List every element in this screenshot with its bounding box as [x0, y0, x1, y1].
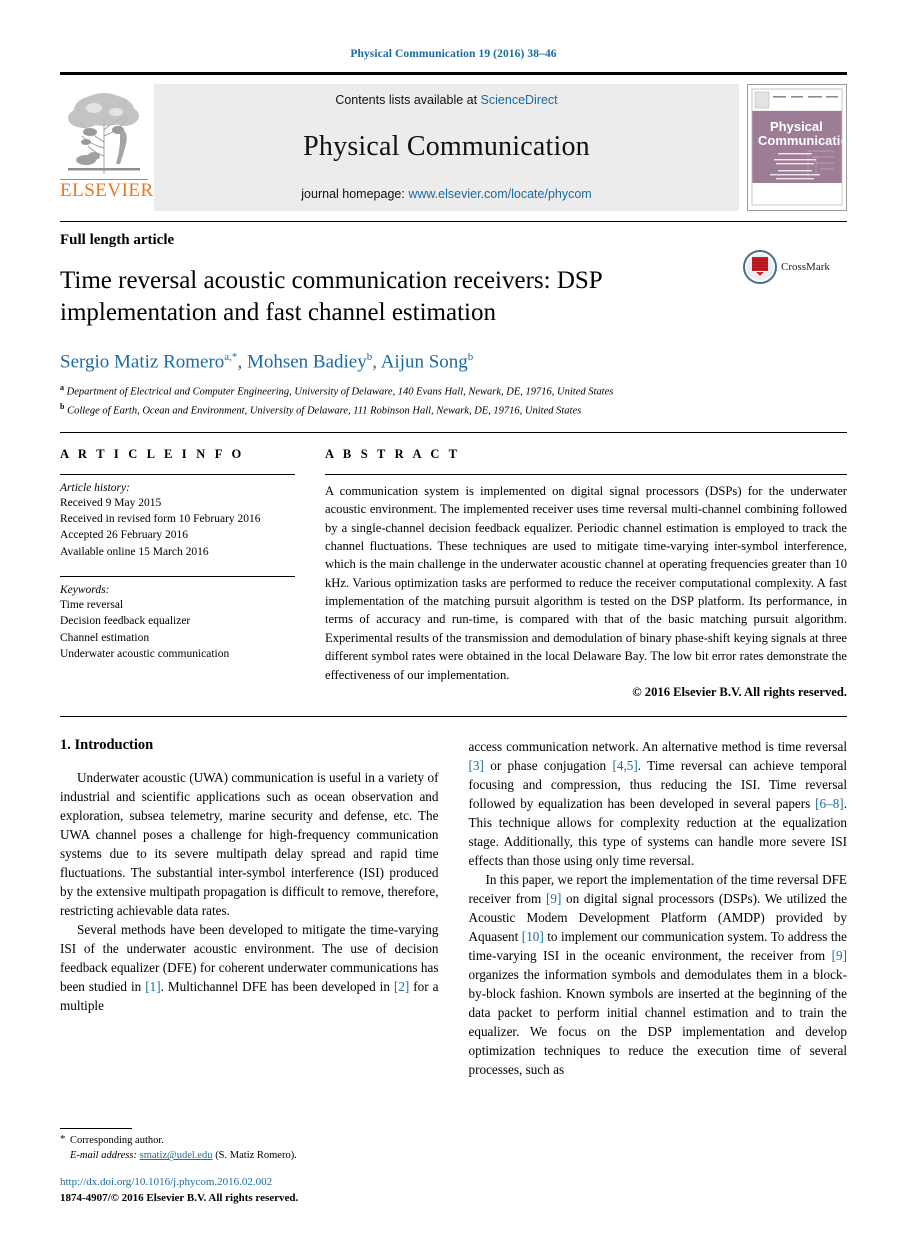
footnote-rule [60, 1127, 132, 1129]
affiliation-b-text: College of Earth, Ocean and Environment,… [67, 405, 582, 417]
crossmark-label: CrossMark [781, 261, 830, 273]
email-address-line: E-mail address: smatiz@udel.edu (S. Mati… [60, 1148, 445, 1164]
body-column-right: access communication network. An alterna… [469, 737, 848, 1079]
citation-9[interactable]: [9] [546, 891, 561, 906]
doi-line[interactable]: http://dx.doi.org/10.1016/j.phycom.2016.… [60, 1175, 445, 1190]
keyword-item: Time reversal [60, 599, 124, 612]
citation-3[interactable]: [3] [469, 758, 484, 773]
journal-homepage-link[interactable]: www.elsevier.com/locate/phycom [408, 187, 591, 201]
paragraph: access communication network. An alterna… [469, 737, 848, 870]
email-label: E-mail address: [70, 1150, 137, 1162]
affiliation-a-text: Department of Electrical and Computer En… [66, 386, 614, 398]
keywords-rule [60, 576, 295, 578]
citation-2[interactable]: [2] [394, 979, 409, 994]
elsevier-logo: ELSEVIER [60, 84, 154, 201]
title-block: Full length article CrossMark Time rever… [60, 221, 847, 419]
contents-prefix-text: Contents lists available at [335, 93, 481, 107]
author-3: Aijun Song [380, 351, 468, 373]
email-link[interactable]: smatiz@udel.edu [140, 1150, 213, 1161]
keyword-item: Underwater acoustic communication [60, 648, 230, 661]
cover-title-line1: Physical [770, 119, 823, 134]
affiliation-a: a Department of Electrical and Computer … [60, 382, 847, 400]
affil-b-marker: b [60, 401, 65, 411]
author-1-affil-marker: a,* [224, 351, 238, 363]
author-3-affil-marker: b [467, 351, 474, 363]
affil-a-marker: a [60, 383, 64, 393]
paragraph: Underwater acoustic (UWA) communication … [60, 769, 439, 918]
paragraph: In this paper, we report the implementat… [469, 870, 848, 1079]
crossmark-badge[interactable]: CrossMark [743, 250, 847, 284]
article-info-column: A R T I C L E I N F O Article history: R… [60, 447, 325, 700]
sciencedirect-link[interactable]: ScienceDirect [481, 93, 558, 107]
journal-cover-image: Physical Communication [748, 85, 846, 210]
cover-title-line2: Communication [758, 133, 846, 148]
corresponding-author-marker: * [60, 1132, 66, 1145]
citation-1[interactable]: [1] [145, 979, 160, 994]
citation-6-8[interactable]: [6–8] [815, 796, 844, 811]
abstract-rule [325, 473, 847, 475]
footnote-block: * Corresponding author. E-mail address: … [60, 1127, 445, 1206]
paragraph: Several methods have been developed to m… [60, 920, 439, 1015]
journal-masthead: ELSEVIER Contents lists available at Sci… [60, 72, 847, 211]
author-1: Sergio Matiz Romero [60, 351, 225, 373]
email-owner: (S. Matiz Romero). [215, 1150, 297, 1162]
abstract-heading: A B S T R A C T [325, 446, 461, 461]
article-history-item: Available online 15 March 2016 [60, 545, 209, 558]
running-head: Physical Communication 19 (2016) 38–46 [350, 48, 557, 60]
elsevier-wordmark: ELSEVIER [60, 179, 154, 201]
article-type-label: Full length article [60, 232, 175, 248]
abstract-column: A B S T R A C T A communication system i… [325, 447, 847, 700]
contents-available-line: Contents lists available at ScienceDirec… [335, 93, 557, 107]
article-info-rule [60, 473, 295, 475]
body-column-left: 1. Introduction Underwater acoustic (UWA… [60, 737, 439, 1079]
author-list: Sergio Matiz Romeroa,*, Mohsen Badieyb, … [60, 351, 474, 373]
doi-link[interactable]: http://dx.doi.org/10.1016/j.phycom.2016.… [60, 1176, 272, 1188]
article-info-heading: A R T I C L E I N F O [60, 446, 245, 461]
paragraph-text: organizes the information symbols and de… [468, 966, 848, 1077]
page-title: Time reversal acoustic communication rec… [60, 267, 602, 326]
crossmark-icon [743, 250, 777, 284]
journal-cover-thumbnail: Physical Communication [747, 84, 847, 211]
issn-copyright-line: 1874-4907/© 2016 Elsevier B.V. All right… [60, 1191, 299, 1204]
paragraph-text: or phase conjugation [483, 757, 613, 773]
masthead-center-panel: Contents lists available at ScienceDirec… [154, 84, 739, 211]
elsevier-tree-icon [64, 86, 144, 178]
citation-9-second[interactable]: [9] [832, 948, 847, 963]
keywords-block: Keywords: Time reversal Decision feedbac… [60, 576, 295, 662]
abstract-copyright: © 2016 Elsevier B.V. All rights reserved… [632, 684, 847, 699]
citation-10[interactable]: [10] [522, 929, 544, 944]
keyword-item: Channel estimation [60, 631, 150, 644]
author-2-affil-marker: b [366, 351, 373, 363]
article-history-item: Received in revised form 10 February 201… [60, 513, 261, 526]
author-2: Mohsen Badiey [246, 351, 367, 373]
paragraph-text: . Multichannel DFE has been developed in [160, 978, 394, 994]
affiliation-b: b College of Earth, Ocean and Environmen… [60, 401, 847, 419]
citation-4-5[interactable]: [4,5] [612, 758, 637, 773]
paragraph-text: access communication network. An alterna… [468, 738, 848, 754]
section-heading-introduction: 1. Introduction [60, 736, 154, 753]
keyword-item: Decision feedback equalizer [60, 615, 191, 628]
info-abstract-region: A R T I C L E I N F O Article history: R… [60, 431, 847, 700]
article-history-item: Accepted 26 February 2016 [60, 529, 189, 542]
article-history-item: Received 9 May 2015 [60, 496, 162, 509]
paper-page: Physical Communication 19 (2016) 38–46 E… [0, 0, 907, 1238]
homepage-prefix-text: journal homepage: [301, 187, 409, 201]
keywords-label: Keywords: [60, 584, 110, 597]
abstract-text: A communication system is implemented on… [325, 483, 847, 682]
journal-title: Physical Communication [303, 131, 590, 162]
body-columns: 1. Introduction Underwater acoustic (UWA… [60, 715, 848, 1079]
journal-homepage-line: journal homepage: www.elsevier.com/locat… [301, 187, 591, 201]
corresponding-author-note: Corresponding author. [70, 1134, 164, 1146]
article-history-label: Article history: [60, 481, 130, 494]
